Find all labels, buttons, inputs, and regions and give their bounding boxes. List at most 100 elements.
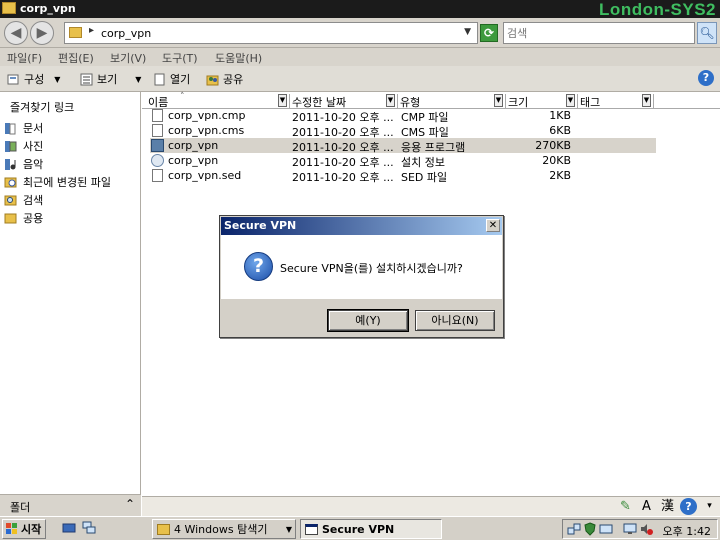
setup-icon [151, 154, 164, 167]
network-icon[interactable] [567, 522, 581, 536]
clock[interactable]: 오후 1:42 [663, 523, 711, 539]
yes-button[interactable]: 예(Y) [327, 309, 409, 332]
breadcrumb-chevron-icon[interactable]: ▸ [89, 25, 94, 36]
file-icon [152, 169, 163, 182]
forward-button[interactable]: ▶ [30, 21, 54, 45]
file-size: 6KB [549, 124, 571, 137]
column-header-tags[interactable]: 태그 ▼ [580, 94, 654, 109]
folders-toggle[interactable]: 폴더 ⌃ [0, 494, 141, 516]
chevron-down-icon[interactable]: ▼ [464, 27, 471, 37]
organize-button[interactable]: 구성 ▼ [7, 71, 60, 87]
start-label: 시작 [21, 523, 42, 536]
nav-item-label: 검색 [23, 194, 44, 207]
table-row[interactable]: corp_vpn 2011-10-20 오후 ... 응용 프로그램 270KB [150, 138, 656, 154]
recent-files-icon [4, 177, 17, 187]
chevron-down-icon: ▼ [285, 524, 292, 534]
column-header-size[interactable]: 크기 ▼ [508, 94, 578, 109]
public-folder-icon [4, 213, 17, 223]
network-status-icon[interactable] [599, 522, 613, 536]
views-label: 보기 [97, 73, 118, 86]
breadcrumb[interactable]: corp_vpn [101, 27, 151, 40]
nav-item-label: 공용 [23, 212, 44, 225]
file-size: 270KB [535, 139, 571, 152]
system-tray: 오후 1:42 [562, 519, 718, 539]
views-button[interactable]: 보기 ▼ [80, 71, 141, 87]
table-row[interactable]: corp_vpn 2011-10-20 오후 ... 설치 정보 20KB [150, 153, 656, 169]
back-button[interactable]: ◀ [4, 21, 28, 45]
table-row[interactable]: corp_vpn.sed 2011-10-20 오후 ... SED 파일 2K… [150, 168, 656, 184]
share-button[interactable]: 공유 [206, 71, 243, 87]
file-name: corp_vpn.sed [168, 169, 242, 182]
nav-item-searches[interactable]: 검색 [4, 192, 43, 208]
pictures-icon [5, 140, 17, 152]
menu-edit[interactable]: 편집(E) [58, 50, 94, 66]
nav-item-documents[interactable]: 문서 [4, 120, 43, 136]
chevron-down-icon[interactable]: ▼ [642, 94, 651, 107]
menu-tools[interactable]: 도구(T) [162, 50, 198, 66]
table-row[interactable]: corp_vpn.cms 2011-10-20 오후 ... CMS 파일 6K… [150, 123, 656, 139]
app-icon [151, 139, 164, 152]
organize-label: 구성 [24, 73, 45, 86]
refresh-button[interactable]: ⟳ [480, 24, 498, 42]
searches-icon [4, 195, 17, 205]
ime-alpha-button[interactable]: A [638, 498, 655, 515]
column-header-modified[interactable]: 수정한 날짜 ▼ [292, 94, 398, 109]
column-header-type[interactable]: 유형 ▼ [400, 94, 506, 109]
search-input[interactable] [504, 23, 690, 43]
volume-muted-icon[interactable] [639, 522, 653, 536]
nav-item-label: 문서 [23, 122, 44, 135]
menu-file[interactable]: 파일(F) [7, 50, 42, 66]
help-icon[interactable]: ? [680, 498, 697, 515]
ime-settings-icon[interactable]: ✎ [617, 498, 634, 515]
start-button[interactable]: 시작 [2, 519, 46, 539]
search-box[interactable] [503, 22, 695, 44]
chevron-down-icon[interactable]: ▾ [701, 498, 718, 515]
close-icon[interactable]: ✕ [486, 219, 500, 232]
folder-icon [69, 27, 82, 38]
file-icon [152, 124, 163, 137]
dialog-message: Secure VPN을(를) 설치하시겠습니까? [280, 262, 463, 275]
music-icon [5, 158, 16, 170]
share-icon [206, 75, 219, 85]
file-modified: 2011-10-20 오후 ... [292, 171, 394, 184]
chevron-down-icon[interactable]: ▼ [566, 94, 575, 107]
nav-item-pictures[interactable]: 사진 [4, 138, 43, 154]
switch-windows-icon[interactable] [82, 521, 96, 535]
search-icon[interactable]: 🔍︎ [697, 22, 717, 44]
menu-view[interactable]: 보기(V) [110, 50, 146, 66]
chevron-down-icon[interactable]: ▼ [494, 94, 503, 107]
no-button[interactable]: 아니요(N) [415, 310, 495, 331]
chevron-up-icon[interactable]: ⌃ [125, 497, 135, 511]
file-name: corp_vpn.cmp [168, 109, 246, 122]
taskbar-active-label: Secure VPN [322, 522, 395, 536]
organize-icon [7, 74, 19, 84]
help-icon[interactable]: ? [698, 70, 714, 86]
file-icon [152, 109, 163, 122]
open-label: 열기 [170, 73, 191, 86]
nav-item-label: 음악 [23, 158, 44, 171]
taskbar-secure-vpn[interactable]: Secure VPN [300, 519, 442, 539]
chevron-down-icon[interactable]: ▼ [278, 94, 287, 107]
security-shield-icon[interactable] [583, 522, 597, 536]
window-icon [305, 523, 318, 535]
table-row[interactable]: corp_vpn.cmp 2011-10-20 오후 ... CMP 파일 1K… [150, 108, 656, 124]
question-icon: ? [244, 252, 273, 281]
column-header-name[interactable]: 이름 ˄ ▼ [148, 92, 290, 109]
taskbar-explorer-group[interactable]: 4 Windows 탐색기 ▼ [152, 519, 296, 539]
menu-help[interactable]: 도움말(H) [215, 50, 262, 66]
secure-vpn-dialog: Secure VPN ✕ ? Secure VPN을(를) 설치하시겠습니까? … [219, 215, 504, 338]
monitor-icon[interactable] [623, 522, 637, 536]
ime-hanja-button[interactable]: 漢 [659, 498, 676, 515]
status-bar: ✎ A 漢 ? ▾ [142, 496, 720, 516]
address-bar[interactable]: ▸ corp_vpn ▼ [64, 22, 478, 44]
nav-item-public[interactable]: 공용 [4, 210, 43, 226]
show-desktop-icon[interactable] [62, 521, 76, 535]
folder-icon [157, 523, 170, 535]
taskbar: 시작 4 Windows 탐색기 ▼ Secure VPN 오후 1:42 [0, 516, 720, 540]
open-button[interactable]: 열기 [153, 71, 190, 87]
views-icon [80, 73, 93, 85]
nav-item-recent[interactable]: 최근에 변경된 파일 [4, 174, 111, 190]
nav-item-music[interactable]: 음악 [4, 156, 43, 172]
chevron-down-icon[interactable]: ▼ [386, 94, 395, 107]
window-title: corp_vpn [20, 2, 76, 15]
